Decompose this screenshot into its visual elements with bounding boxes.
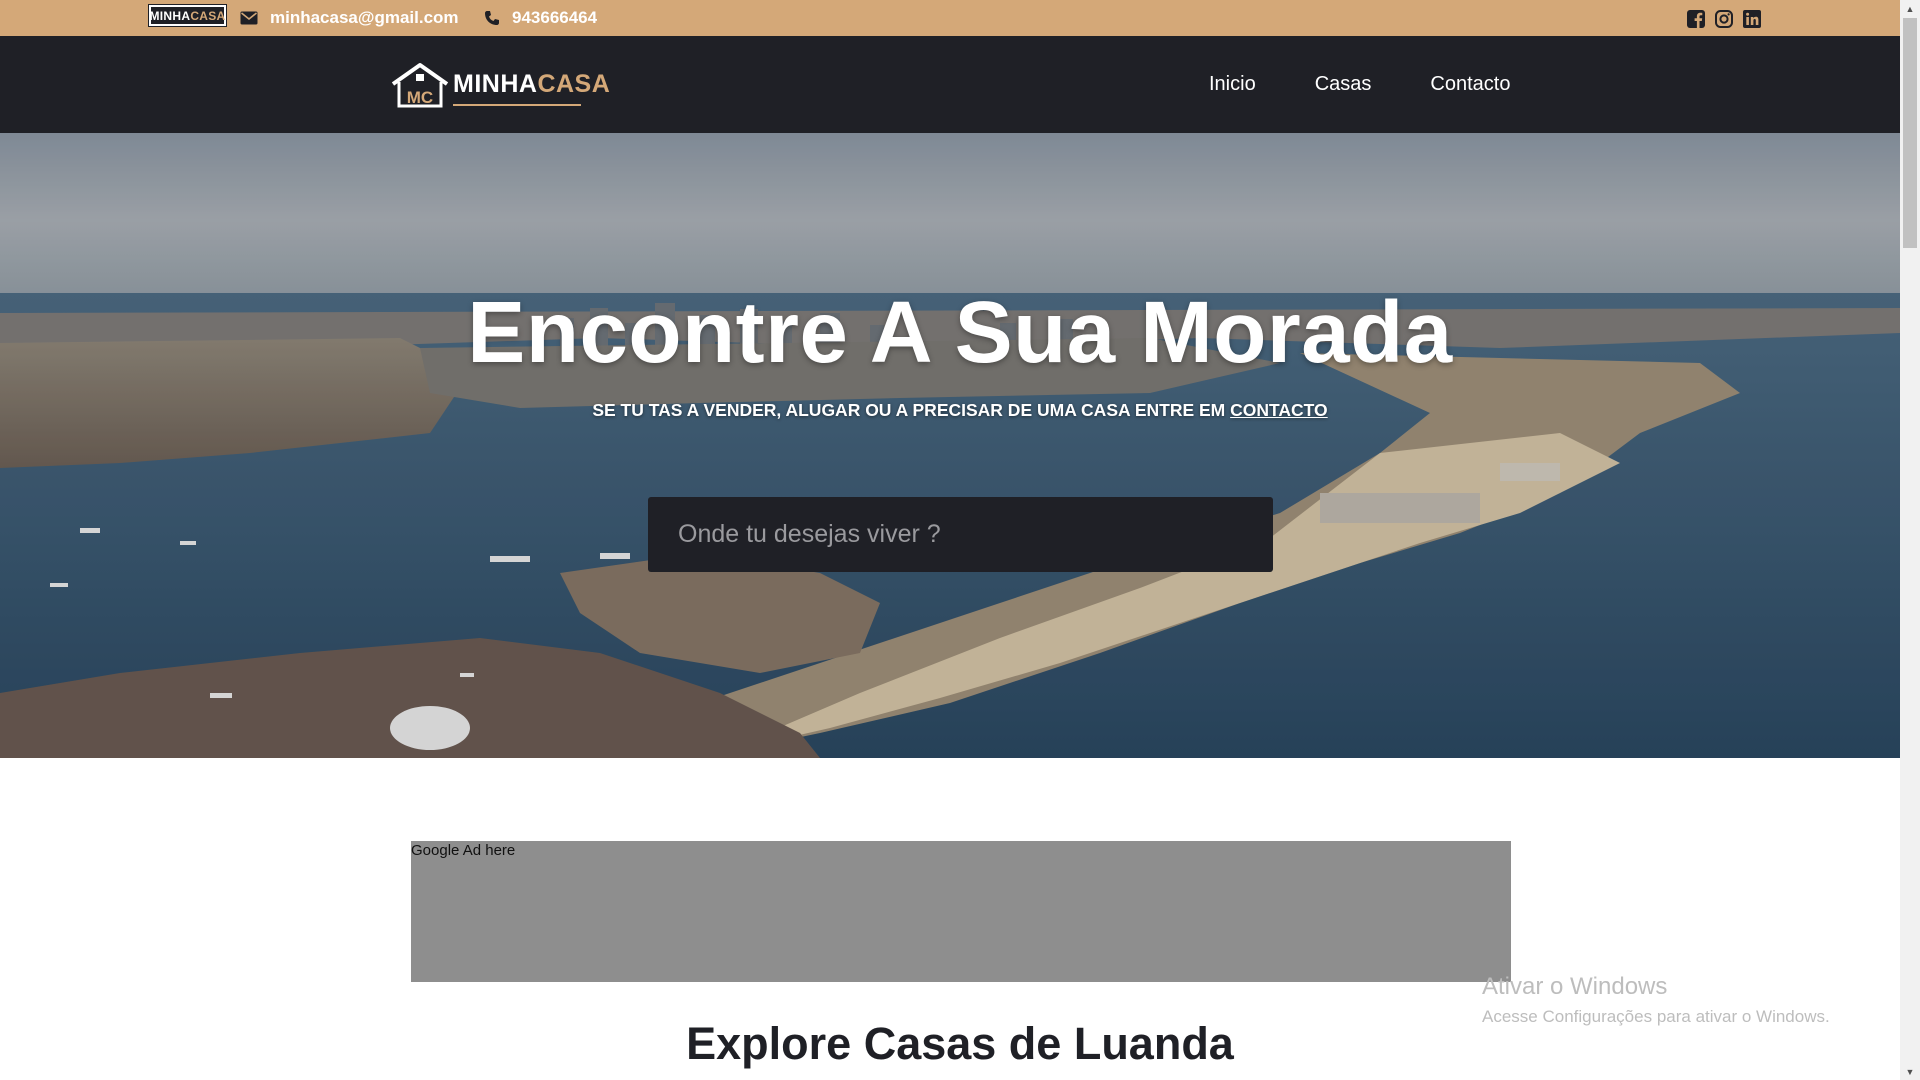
- social-links: [1686, 9, 1762, 29]
- brand-name: MINHACASA: [453, 70, 610, 99]
- hero-overlay: [0, 133, 1900, 758]
- topbar-phone[interactable]: 943666464: [484, 0, 597, 36]
- google-ad-placeholder[interactable]: Google Ad here: [411, 841, 1511, 982]
- brand-name-white: MINHA: [453, 70, 538, 98]
- envelope-icon: [240, 11, 258, 25]
- nav-link-contacto[interactable]: Contacto: [1430, 73, 1510, 96]
- hero-banner: Encontre A Sua Morada SE TU TAS A VENDER…: [0, 133, 1900, 758]
- nav-links: Inicio Casas Contacto: [1209, 36, 1510, 133]
- scroll-down-arrow-icon[interactable]: ▼: [1900, 1063, 1920, 1080]
- brand-badge-text: MC: [407, 88, 433, 107]
- topbar-logo[interactable]: MINHA CASA: [148, 4, 227, 27]
- windows-activation-title: Ativar o Windows: [1482, 973, 1668, 1000]
- topbar-logo-text-accent: CASA: [190, 8, 226, 23]
- page: MINHACASA minhacasa@gmail.com 943666464: [0, 0, 1920, 1080]
- house-logo-icon: MC: [391, 63, 449, 108]
- hero-title: Encontre A Sua Morada: [467, 284, 1453, 381]
- nav-link-inicio[interactable]: Inicio: [1209, 73, 1256, 96]
- main-navbar: MC MINHACASA Inicio Casas Contacto: [0, 36, 1900, 133]
- brand-name-accent: CASA: [537, 70, 611, 98]
- brand-underline: [453, 104, 581, 106]
- top-contact-bar: MINHA CASA minhacasa@gmail.com 943666464: [0, 0, 1900, 36]
- topbar-phone-text: 943666464: [512, 8, 598, 27]
- location-search-input[interactable]: [648, 497, 1273, 572]
- hero-contact-link[interactable]: CONTACTO: [1230, 400, 1328, 420]
- phone-icon: [485, 11, 499, 25]
- topbar-logo-text-white: MINHA: [149, 8, 191, 23]
- hero-subtitle-text: SE TU TAS A VENDER, ALUGAR OU A PRECISAR…: [592, 400, 1231, 420]
- vertical-scrollbar[interactable]: ▲ ▼: [1900, 0, 1920, 1080]
- nav-link-casas[interactable]: Casas: [1315, 73, 1372, 96]
- facebook-icon[interactable]: [1686, 9, 1706, 29]
- scroll-up-arrow-icon[interactable]: ▲: [1900, 0, 1920, 17]
- ad-label: Google Ad here: [411, 842, 516, 859]
- hero-subtitle: SE TU TAS A VENDER, ALUGAR OU A PRECISAR…: [0, 400, 1900, 421]
- instagram-icon[interactable]: [1714, 9, 1734, 29]
- linkedin-icon[interactable]: [1742, 9, 1762, 29]
- brand-logo[interactable]: MC MINHACASA: [390, 62, 610, 110]
- windows-activation-subtitle: Acesse Configurações para ativar o Windo…: [1482, 1007, 1830, 1026]
- topbar-email-text: minhacasa@gmail.com: [270, 8, 459, 27]
- scrollbar-thumb[interactable]: [1903, 18, 1917, 248]
- topbar-email[interactable]: minhacasa@gmail.com: [240, 0, 459, 36]
